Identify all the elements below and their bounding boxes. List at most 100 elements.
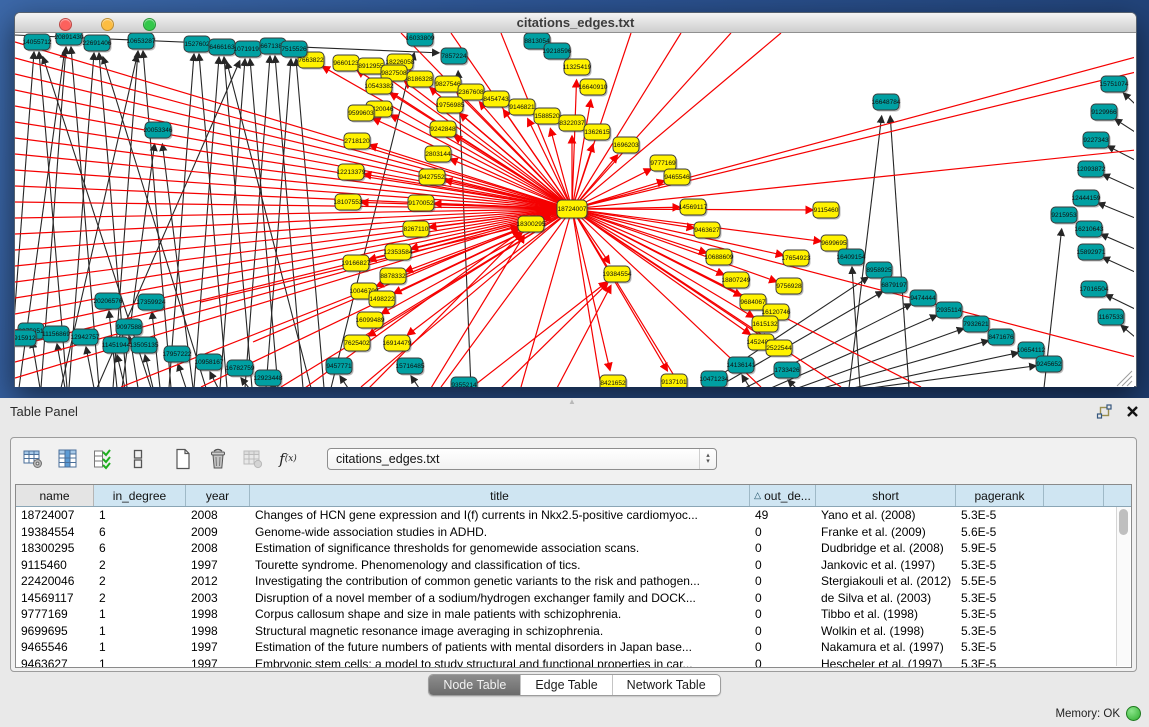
- network-node[interactable]: 9599603: [348, 105, 376, 123]
- network-node[interactable]: 16409154: [837, 249, 866, 267]
- network-node[interactable]: 18724007: [557, 200, 589, 220]
- table-cell[interactable]: Tibbo et al. (1998): [816, 607, 956, 621]
- network-node[interactable]: 1362615: [584, 124, 612, 142]
- table-cell[interactable]: 5.3E-5: [956, 640, 1044, 654]
- table-cell[interactable]: 49: [750, 508, 816, 522]
- function-builder-button[interactable]: f(x): [276, 447, 300, 471]
- network-node[interactable]: 16648784: [872, 94, 901, 112]
- table-cell[interactable]: 1997: [186, 640, 250, 654]
- network-node[interactable]: 18807249: [722, 272, 751, 290]
- table-cell[interactable]: Tourette syndrome. Phenomenology and cla…: [250, 558, 750, 572]
- column-header-pagerank[interactable]: pagerank: [956, 485, 1044, 506]
- network-node[interactable]: 9227343: [1083, 132, 1111, 150]
- column-header-year[interactable]: year: [186, 485, 250, 506]
- table-cell[interactable]: 0: [750, 541, 816, 555]
- network-node[interactable]: 9245652: [1036, 356, 1064, 374]
- network-node[interactable]: 10958167: [195, 354, 224, 372]
- network-node[interactable]: 9215953: [1051, 207, 1079, 225]
- network-node[interactable]: 20891430: [55, 33, 84, 47]
- close-panel-icon[interactable]: [1126, 405, 1139, 418]
- table-cell[interactable]: 1997: [186, 558, 250, 572]
- table-cell[interactable]: 0: [750, 525, 816, 539]
- table-row[interactable]: 911546021997Tourette syndrome. Phenomeno…: [16, 557, 1131, 574]
- table-cell[interactable]: Estimation of the future numbers of pati…: [250, 640, 750, 654]
- network-node[interactable]: 8421652: [600, 375, 628, 387]
- column-header-in_degree[interactable]: in_degree: [94, 485, 186, 506]
- network-node[interactable]: 9355214: [451, 377, 479, 387]
- network-node[interactable]: 8267110: [403, 221, 431, 239]
- table-cell[interactable]: Stergiakouli et al. (2012): [816, 574, 956, 588]
- network-node[interactable]: 11156869: [42, 326, 70, 344]
- network-node[interactable]: 14136141: [727, 357, 756, 375]
- network-node[interactable]: 8322037: [559, 115, 587, 133]
- window-title-bar[interactable]: citations_edges.txt: [15, 13, 1136, 33]
- table-cell[interactable]: Jankovic et al. (1997): [816, 558, 956, 572]
- network-node[interactable]: 9427552: [419, 169, 447, 187]
- network-node[interactable]: 20053346: [144, 122, 173, 140]
- table-cell[interactable]: 0: [750, 640, 816, 654]
- network-node[interactable]: 10543382: [365, 78, 394, 96]
- network-node[interactable]: 2935114: [936, 302, 964, 320]
- network-node[interactable]: 12213379: [337, 164, 366, 182]
- select-all-columns-button[interactable]: [91, 447, 115, 471]
- network-node[interactable]: 7932621: [963, 316, 991, 334]
- network-node[interactable]: 8878332: [380, 268, 408, 286]
- network-node[interactable]: 16099489: [356, 312, 385, 330]
- table-cell[interactable]: 19384554: [16, 525, 94, 539]
- network-node[interactable]: 12942757: [71, 329, 100, 347]
- table-cell[interactable]: Embryonic stem cells: a model to study s…: [250, 657, 750, 668]
- network-node[interactable]: 8454743: [483, 91, 511, 109]
- table-cell[interactable]: 18724007: [16, 508, 94, 522]
- network-node[interactable]: 16210643: [1075, 221, 1104, 239]
- table-cell[interactable]: 2003: [186, 591, 250, 605]
- network-node[interactable]: 9097588: [116, 319, 144, 337]
- table-cell[interactable]: Hescheler et al. (1997): [816, 657, 956, 668]
- table-cell[interactable]: 22420046: [16, 574, 94, 588]
- network-node[interactable]: 10719195: [234, 41, 263, 59]
- table-cell[interactable]: 0: [750, 558, 816, 572]
- table-cell[interactable]: 9463627: [16, 657, 94, 668]
- table-cell[interactable]: 1: [94, 624, 186, 638]
- table-cell[interactable]: 1: [94, 607, 186, 621]
- table-cell[interactable]: 5.3E-5: [956, 508, 1044, 522]
- network-node[interactable]: 12093872: [1077, 161, 1106, 179]
- table-cell[interactable]: 1998: [186, 624, 250, 638]
- network-node[interactable]: 17654923: [782, 250, 811, 268]
- table-cell[interactable]: 9465546: [16, 640, 94, 654]
- resize-grip-icon[interactable]: [1117, 371, 1132, 386]
- network-node[interactable]: 7857224: [441, 48, 469, 66]
- table-cell[interactable]: Nakamura et al. (1997): [816, 640, 956, 654]
- tab-network-table[interactable]: Network Table: [612, 675, 720, 695]
- network-node[interactable]: 9129966: [1091, 104, 1119, 122]
- network-node[interactable]: 8186328: [407, 71, 435, 89]
- network-node[interactable]: 9756928: [776, 278, 804, 296]
- table-cell[interactable]: 5.6E-5: [956, 525, 1044, 539]
- network-node[interactable]: 2718120: [344, 133, 372, 151]
- network-node[interactable]: 9660123: [333, 55, 361, 73]
- table-row[interactable]: 946362711997Embryonic stem cells: a mode…: [16, 656, 1131, 669]
- tab-node-table[interactable]: Node Table: [429, 675, 520, 695]
- network-node[interactable]: 1167533: [1098, 309, 1126, 327]
- network-node[interactable]: 9474444: [910, 290, 938, 308]
- network-node[interactable]: 2803144: [425, 146, 453, 164]
- network-node[interactable]: 1588520: [534, 108, 562, 126]
- table-cell[interactable]: 0: [750, 624, 816, 638]
- network-node[interactable]: 17016504: [1080, 281, 1109, 299]
- network-node[interactable]: 8471676: [988, 329, 1016, 347]
- network-view-window[interactable]: citations_edges.txt 18724007766382296601…: [14, 12, 1137, 387]
- table-cell[interactable]: 0: [750, 657, 816, 668]
- table-cell[interactable]: 5.5E-5: [956, 574, 1044, 588]
- table-row[interactable]: 2242004622012Investigating the contribut…: [16, 573, 1131, 590]
- network-node[interactable]: 1527602: [184, 36, 212, 54]
- memory-status-icon[interactable]: [1126, 706, 1141, 721]
- float-window-icon[interactable]: [1096, 404, 1112, 419]
- network-node[interactable]: 1733426: [774, 362, 802, 380]
- delete-table-button[interactable]: [206, 447, 230, 471]
- table-cell[interactable]: 5.3E-5: [956, 607, 1044, 621]
- tab-edge-table[interactable]: Edge Table: [520, 675, 611, 695]
- network-node[interactable]: 12353584: [384, 244, 413, 262]
- network-node[interactable]: 11451944: [102, 337, 131, 355]
- table-cell[interactable]: 6: [94, 541, 186, 555]
- network-node[interactable]: 13505135: [130, 337, 159, 355]
- network-node[interactable]: 17359924: [137, 294, 166, 312]
